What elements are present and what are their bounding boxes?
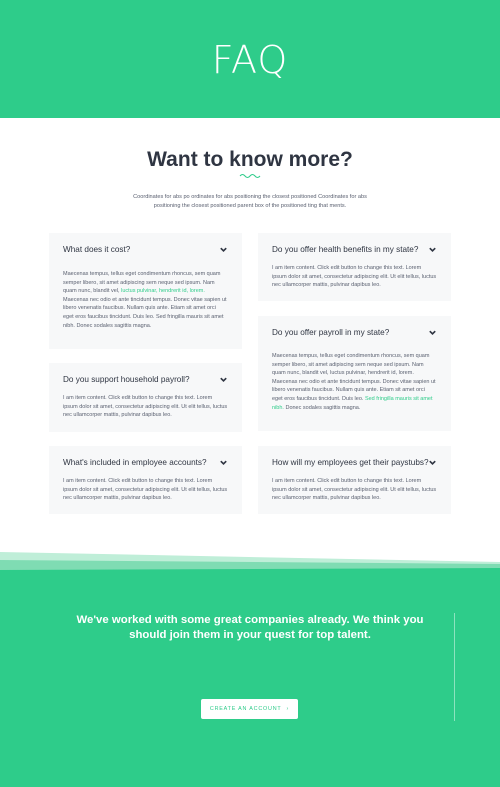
cta-section: We've worked with some great companies a… xyxy=(0,573,500,787)
faq-answer-text: Maecenas tempus, tellus eget condimentum… xyxy=(272,353,436,402)
create-account-button[interactable]: CREATE AN ACCOUNT › xyxy=(201,699,298,719)
chevron-down-icon[interactable] xyxy=(428,245,437,254)
chevron-down-icon[interactable] xyxy=(219,458,228,467)
faq-question: What does it cost? xyxy=(63,245,131,254)
faq-answer: I am item content. Click edit button to … xyxy=(272,478,437,502)
intro-text: Coordinates for abs po ordinates for abs… xyxy=(133,194,367,209)
faq-question: What's included in employee accounts? xyxy=(63,458,207,467)
faq-question: Do you offer payroll in my state? xyxy=(272,328,390,337)
create-account-label: CREATE AN ACCOUNT xyxy=(209,706,282,712)
chevron-down-icon[interactable] xyxy=(428,458,437,467)
faq-answer: Maecenas tempus, tellus eget condimentum… xyxy=(272,352,437,412)
faq-question: Do you support household payroll? xyxy=(63,375,190,384)
chevron-down-icon[interactable] xyxy=(428,328,437,337)
faq-item-paystubs[interactable]: How will my employees get their paystubs… xyxy=(258,446,451,514)
faq-item-cost[interactable]: What does it cost? Maecenas tempus, tell… xyxy=(49,233,242,349)
intro-heading: Want to know more? xyxy=(147,148,353,171)
page-title: FAQ xyxy=(211,38,289,82)
faq-answer: I am item content. Click edit button to … xyxy=(63,395,228,419)
faq-answer: I am item content. Click edit button to … xyxy=(63,478,228,502)
chevron-down-icon[interactable] xyxy=(219,245,228,254)
faq-item-employee-accounts[interactable]: What's included in employee accounts? I … xyxy=(49,446,242,514)
faq-item-health-benefits[interactable]: Do you offer health benefits in my state… xyxy=(258,233,451,301)
faq-item-payroll[interactable]: Do you offer payroll in my state? Maecen… xyxy=(258,316,451,431)
faq-answer-link[interactable]: luctus pulvinar, hendrerit id, lorem. xyxy=(121,288,205,294)
hero-banner: FAQ xyxy=(0,0,500,118)
faq-question: How will my employees get their paystubs… xyxy=(272,458,429,467)
wave-divider-icon xyxy=(239,174,261,178)
cta-text: We've worked with some great companies a… xyxy=(76,614,424,641)
faq-item-household-payroll[interactable]: Do you support household payroll? I am i… xyxy=(49,363,242,432)
chevron-down-icon[interactable] xyxy=(219,375,228,384)
faq-answer: Maecenas tempus, tellus eget condimentum… xyxy=(63,270,228,330)
faq-question: Do you offer health benefits in my state… xyxy=(272,245,419,254)
faq-answer: I am item content. Click edit button to … xyxy=(272,265,437,289)
faq-answer-text-end: Donec sodales sagittis magna. xyxy=(283,404,361,411)
vertical-divider xyxy=(454,613,455,721)
arrow-right-icon: › xyxy=(286,706,290,712)
faq-answer-text-end: Maecenas nec odio et ante tincidunt temp… xyxy=(63,296,227,329)
